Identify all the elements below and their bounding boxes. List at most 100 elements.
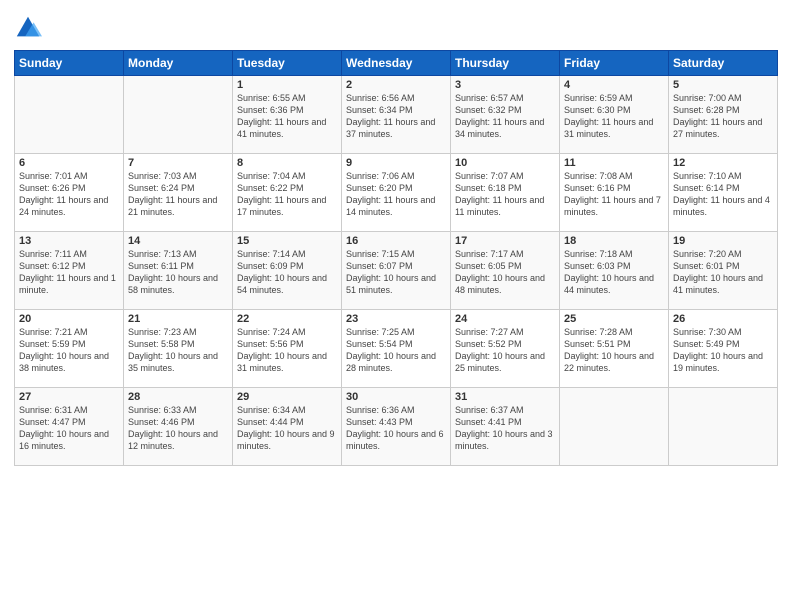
cell-content: Sunrise: 7:08 AMSunset: 6:16 PMDaylight:… [564, 170, 664, 219]
cell-content: Sunrise: 6:37 AMSunset: 4:41 PMDaylight:… [455, 404, 555, 453]
calendar-cell: 21Sunrise: 7:23 AMSunset: 5:58 PMDayligh… [124, 310, 233, 388]
calendar-cell: 9Sunrise: 7:06 AMSunset: 6:20 PMDaylight… [342, 154, 451, 232]
logo [14, 14, 46, 42]
cell-content: Sunrise: 6:33 AMSunset: 4:46 PMDaylight:… [128, 404, 228, 453]
calendar-cell: 23Sunrise: 7:25 AMSunset: 5:54 PMDayligh… [342, 310, 451, 388]
cell-content: Sunrise: 7:00 AMSunset: 6:28 PMDaylight:… [673, 92, 773, 141]
calendar-cell: 26Sunrise: 7:30 AMSunset: 5:49 PMDayligh… [669, 310, 778, 388]
calendar-week-5: 27Sunrise: 6:31 AMSunset: 4:47 PMDayligh… [15, 388, 778, 466]
cell-content: Sunrise: 6:36 AMSunset: 4:43 PMDaylight:… [346, 404, 446, 453]
page-container: SundayMondayTuesdayWednesdayThursdayFrid… [0, 0, 792, 474]
calendar-cell: 18Sunrise: 7:18 AMSunset: 6:03 PMDayligh… [560, 232, 669, 310]
calendar-cell: 7Sunrise: 7:03 AMSunset: 6:24 PMDaylight… [124, 154, 233, 232]
cell-content: Sunrise: 7:24 AMSunset: 5:56 PMDaylight:… [237, 326, 337, 375]
calendar-week-3: 13Sunrise: 7:11 AMSunset: 6:12 PMDayligh… [15, 232, 778, 310]
calendar-cell: 16Sunrise: 7:15 AMSunset: 6:07 PMDayligh… [342, 232, 451, 310]
header-wednesday: Wednesday [342, 51, 451, 76]
day-number: 28 [128, 391, 228, 403]
day-number: 24 [455, 313, 555, 325]
day-number: 2 [346, 79, 446, 91]
header-monday: Monday [124, 51, 233, 76]
calendar-header-row: SundayMondayTuesdayWednesdayThursdayFrid… [15, 51, 778, 76]
calendar-cell: 30Sunrise: 6:36 AMSunset: 4:43 PMDayligh… [342, 388, 451, 466]
cell-content: Sunrise: 7:15 AMSunset: 6:07 PMDaylight:… [346, 248, 446, 297]
day-number: 4 [564, 79, 664, 91]
day-number: 20 [19, 313, 119, 325]
calendar-cell [124, 76, 233, 154]
calendar-cell: 15Sunrise: 7:14 AMSunset: 6:09 PMDayligh… [233, 232, 342, 310]
calendar-cell: 5Sunrise: 7:00 AMSunset: 6:28 PMDaylight… [669, 76, 778, 154]
header-tuesday: Tuesday [233, 51, 342, 76]
calendar-cell: 14Sunrise: 7:13 AMSunset: 6:11 PMDayligh… [124, 232, 233, 310]
day-number: 7 [128, 157, 228, 169]
calendar-cell: 22Sunrise: 7:24 AMSunset: 5:56 PMDayligh… [233, 310, 342, 388]
header-sunday: Sunday [15, 51, 124, 76]
cell-content: Sunrise: 7:18 AMSunset: 6:03 PMDaylight:… [564, 248, 664, 297]
day-number: 12 [673, 157, 773, 169]
cell-content: Sunrise: 6:56 AMSunset: 6:34 PMDaylight:… [346, 92, 446, 141]
calendar-cell: 1Sunrise: 6:55 AMSunset: 6:36 PMDaylight… [233, 76, 342, 154]
calendar-cell: 31Sunrise: 6:37 AMSunset: 4:41 PMDayligh… [451, 388, 560, 466]
calendar-cell: 8Sunrise: 7:04 AMSunset: 6:22 PMDaylight… [233, 154, 342, 232]
calendar-cell: 24Sunrise: 7:27 AMSunset: 5:52 PMDayligh… [451, 310, 560, 388]
calendar-cell: 19Sunrise: 7:20 AMSunset: 6:01 PMDayligh… [669, 232, 778, 310]
cell-content: Sunrise: 7:17 AMSunset: 6:05 PMDaylight:… [455, 248, 555, 297]
calendar-cell: 10Sunrise: 7:07 AMSunset: 6:18 PMDayligh… [451, 154, 560, 232]
cell-content: Sunrise: 7:21 AMSunset: 5:59 PMDaylight:… [19, 326, 119, 375]
cell-content: Sunrise: 6:55 AMSunset: 6:36 PMDaylight:… [237, 92, 337, 141]
calendar-cell [15, 76, 124, 154]
cell-content: Sunrise: 7:13 AMSunset: 6:11 PMDaylight:… [128, 248, 228, 297]
calendar-cell: 2Sunrise: 6:56 AMSunset: 6:34 PMDaylight… [342, 76, 451, 154]
cell-content: Sunrise: 7:04 AMSunset: 6:22 PMDaylight:… [237, 170, 337, 219]
cell-content: Sunrise: 7:06 AMSunset: 6:20 PMDaylight:… [346, 170, 446, 219]
cell-content: Sunrise: 7:14 AMSunset: 6:09 PMDaylight:… [237, 248, 337, 297]
cell-content: Sunrise: 7:28 AMSunset: 5:51 PMDaylight:… [564, 326, 664, 375]
day-number: 11 [564, 157, 664, 169]
cell-content: Sunrise: 7:03 AMSunset: 6:24 PMDaylight:… [128, 170, 228, 219]
calendar-cell: 20Sunrise: 7:21 AMSunset: 5:59 PMDayligh… [15, 310, 124, 388]
cell-content: Sunrise: 7:01 AMSunset: 6:26 PMDaylight:… [19, 170, 119, 219]
calendar-table: SundayMondayTuesdayWednesdayThursdayFrid… [14, 50, 778, 466]
day-number: 16 [346, 235, 446, 247]
cell-content: Sunrise: 7:30 AMSunset: 5:49 PMDaylight:… [673, 326, 773, 375]
day-number: 18 [564, 235, 664, 247]
cell-content: Sunrise: 7:10 AMSunset: 6:14 PMDaylight:… [673, 170, 773, 219]
day-number: 5 [673, 79, 773, 91]
calendar-cell [669, 388, 778, 466]
calendar-cell: 6Sunrise: 7:01 AMSunset: 6:26 PMDaylight… [15, 154, 124, 232]
day-number: 17 [455, 235, 555, 247]
day-number: 27 [19, 391, 119, 403]
day-number: 14 [128, 235, 228, 247]
day-number: 1 [237, 79, 337, 91]
day-number: 9 [346, 157, 446, 169]
day-number: 21 [128, 313, 228, 325]
cell-content: Sunrise: 6:57 AMSunset: 6:32 PMDaylight:… [455, 92, 555, 141]
day-number: 30 [346, 391, 446, 403]
calendar-week-4: 20Sunrise: 7:21 AMSunset: 5:59 PMDayligh… [15, 310, 778, 388]
cell-content: Sunrise: 6:31 AMSunset: 4:47 PMDaylight:… [19, 404, 119, 453]
cell-content: Sunrise: 7:23 AMSunset: 5:58 PMDaylight:… [128, 326, 228, 375]
calendar-week-2: 6Sunrise: 7:01 AMSunset: 6:26 PMDaylight… [15, 154, 778, 232]
calendar-cell: 12Sunrise: 7:10 AMSunset: 6:14 PMDayligh… [669, 154, 778, 232]
day-number: 22 [237, 313, 337, 325]
calendar-cell [560, 388, 669, 466]
day-number: 26 [673, 313, 773, 325]
day-number: 29 [237, 391, 337, 403]
day-number: 10 [455, 157, 555, 169]
cell-content: Sunrise: 7:07 AMSunset: 6:18 PMDaylight:… [455, 170, 555, 219]
cell-content: Sunrise: 7:25 AMSunset: 5:54 PMDaylight:… [346, 326, 446, 375]
calendar-week-1: 1Sunrise: 6:55 AMSunset: 6:36 PMDaylight… [15, 76, 778, 154]
day-number: 19 [673, 235, 773, 247]
header-saturday: Saturday [669, 51, 778, 76]
header-friday: Friday [560, 51, 669, 76]
page-header [14, 10, 778, 42]
calendar-cell: 27Sunrise: 6:31 AMSunset: 4:47 PMDayligh… [15, 388, 124, 466]
calendar-cell: 17Sunrise: 7:17 AMSunset: 6:05 PMDayligh… [451, 232, 560, 310]
calendar-cell: 29Sunrise: 6:34 AMSunset: 4:44 PMDayligh… [233, 388, 342, 466]
calendar-cell: 3Sunrise: 6:57 AMSunset: 6:32 PMDaylight… [451, 76, 560, 154]
cell-content: Sunrise: 6:59 AMSunset: 6:30 PMDaylight:… [564, 92, 664, 141]
cell-content: Sunrise: 6:34 AMSunset: 4:44 PMDaylight:… [237, 404, 337, 453]
calendar-cell: 28Sunrise: 6:33 AMSunset: 4:46 PMDayligh… [124, 388, 233, 466]
day-number: 6 [19, 157, 119, 169]
cell-content: Sunrise: 7:20 AMSunset: 6:01 PMDaylight:… [673, 248, 773, 297]
